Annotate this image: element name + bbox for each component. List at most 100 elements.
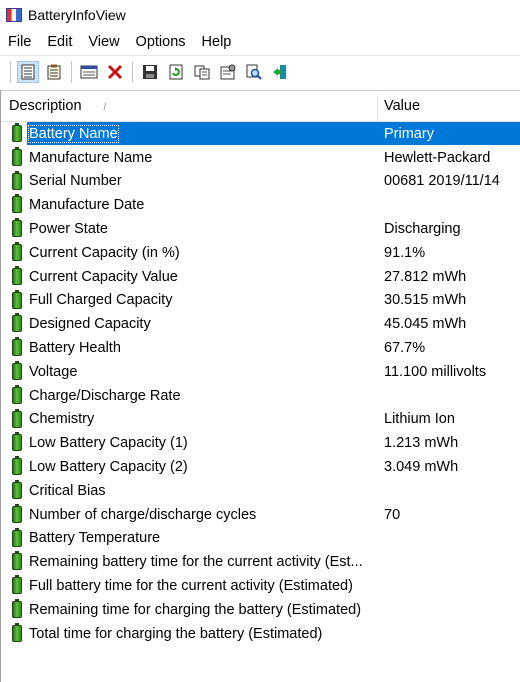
- columns-icon: [80, 65, 98, 78]
- menu-edit[interactable]: Edit: [39, 34, 80, 50]
- row-value: 70: [384, 506, 401, 523]
- table-row[interactable]: Manufacture Date: [1, 193, 520, 217]
- save-button[interactable]: [139, 61, 161, 83]
- row-description: Serial Number: [29, 173, 122, 190]
- table-row[interactable]: Designed Capacity 45.045 mWh: [1, 312, 520, 336]
- row-description: Battery Temperature: [29, 530, 161, 547]
- row-description: Battery Health: [29, 340, 121, 357]
- battery-icon: [12, 408, 22, 428]
- row-value: 30.515 mWh: [384, 292, 467, 309]
- battery-icon: [12, 218, 22, 238]
- column-divider[interactable]: [377, 95, 378, 121]
- row-description: Voltage: [29, 363, 78, 380]
- row-value: 67.7%: [384, 340, 426, 357]
- battery-icon: [12, 551, 22, 571]
- row-description: Remaining battery time for the current a…: [29, 554, 363, 571]
- toolbar-separator: [71, 60, 72, 83]
- row-description: Designed Capacity: [29, 316, 151, 333]
- toolbar: [0, 55, 520, 87]
- table-row[interactable]: Full Charged Capacity 30.515 mWh: [1, 289, 520, 313]
- table-row[interactable]: Total time for charging the battery (Est…: [1, 622, 520, 646]
- battery-icon: [12, 170, 22, 190]
- sort-indicator-icon: /: [103, 102, 107, 113]
- row-description: Battery Name: [28, 124, 119, 143]
- row-description: Low Battery Capacity (1): [29, 435, 188, 452]
- menu-file[interactable]: File: [0, 34, 39, 50]
- table-row[interactable]: Current Capacity (in %) 91.1%: [1, 241, 520, 265]
- battery-icon: [12, 575, 22, 595]
- title-bar: BatteryInfoView: [0, 0, 520, 29]
- row-description: Number of charge/discharge cycles: [29, 506, 257, 523]
- refresh-button[interactable]: [165, 61, 187, 83]
- table-row[interactable]: Current Capacity Value 27.812 mWh: [1, 265, 520, 289]
- table-row[interactable]: Power State Discharging: [1, 217, 520, 241]
- toolbar-separator: [132, 60, 133, 83]
- battery-icon: [12, 432, 22, 452]
- battery-icon: [12, 241, 22, 261]
- find-button[interactable]: [243, 61, 265, 83]
- table-row[interactable]: Serial Number 00681 2019/11/14: [1, 170, 520, 194]
- battery-info-list[interactable]: Description / Value Battery Name Primary Ma…: [0, 90, 520, 682]
- menu-help[interactable]: Help: [194, 34, 240, 50]
- table-row[interactable]: Battery Temperature: [1, 527, 520, 551]
- row-description: Remaining time for charging the battery …: [29, 601, 362, 618]
- details-view-button[interactable]: [17, 60, 39, 83]
- row-description: Full battery time for the current activi…: [29, 578, 353, 595]
- table-row[interactable]: Number of charge/discharge cycles 70: [1, 503, 520, 527]
- row-value: 91.1%: [384, 244, 426, 261]
- refresh-icon: [169, 64, 183, 79]
- battery-icon: [12, 146, 22, 166]
- table-row[interactable]: Chemistry Lithium Ion: [1, 408, 520, 432]
- row-value: Hewlett-Packard: [384, 149, 491, 166]
- row-value: Primary: [384, 125, 434, 142]
- delete-icon: [107, 64, 123, 79]
- row-value: 3.049 mWh: [384, 459, 459, 476]
- properties-button[interactable]: [217, 61, 239, 83]
- toolbar-separator: [10, 60, 11, 83]
- column-header-value[interactable]: Value: [384, 91, 520, 121]
- menu-view[interactable]: View: [80, 34, 127, 50]
- table-row[interactable]: Remaining battery time for the current a…: [1, 550, 520, 574]
- row-description: Current Capacity (in %): [29, 244, 180, 261]
- list-header: Description / Value: [1, 91, 520, 122]
- exit-button[interactable]: [269, 61, 291, 83]
- list-view-button[interactable]: [43, 61, 65, 83]
- battery-icon: [12, 289, 22, 309]
- table-row[interactable]: Critical Bias: [1, 479, 520, 503]
- battery-icon: [12, 479, 22, 499]
- battery-icon: [12, 123, 22, 142]
- battery-icon: [12, 622, 22, 642]
- row-description: Manufacture Name: [29, 149, 153, 166]
- save-icon: [143, 64, 157, 79]
- battery-icon: [12, 384, 22, 404]
- copy-icon: [194, 65, 210, 79]
- columns-button[interactable]: [78, 61, 100, 83]
- column-header-description[interactable]: Description /: [9, 91, 377, 121]
- row-description: Low Battery Capacity (2): [29, 459, 188, 476]
- row-value: Lithium Ion: [384, 411, 455, 428]
- row-value: 1.213 mWh: [384, 435, 459, 452]
- details-view-icon: [21, 64, 35, 79]
- delete-button[interactable]: [104, 61, 126, 83]
- table-row[interactable]: Battery Name Primary: [1, 122, 520, 146]
- battery-icon: [12, 265, 22, 285]
- battery-icon: [12, 337, 22, 357]
- table-row[interactable]: Remaining time for charging the battery …: [1, 598, 520, 622]
- row-description: Critical Bias: [29, 482, 106, 499]
- table-row[interactable]: Charge/Discharge Rate: [1, 384, 520, 408]
- row-description: Manufacture Date: [29, 197, 145, 214]
- row-value: Discharging: [384, 221, 461, 238]
- row-value: 00681 2019/11/14: [384, 173, 500, 190]
- copy-button[interactable]: [191, 61, 213, 83]
- row-description: Power State: [29, 221, 108, 238]
- table-row[interactable]: Low Battery Capacity (1) 1.213 mWh: [1, 431, 520, 455]
- table-row[interactable]: Full battery time for the current activi…: [1, 574, 520, 598]
- table-row[interactable]: Manufacture Name Hewlett-Packard: [1, 146, 520, 170]
- menu-options[interactable]: Options: [128, 34, 194, 50]
- row-description: Chemistry: [29, 411, 95, 428]
- battery-icon: [12, 598, 22, 618]
- table-row[interactable]: Battery Health 67.7%: [1, 336, 520, 360]
- table-row[interactable]: Voltage 11.100 millivolts: [1, 360, 520, 384]
- app-icon: [6, 7, 22, 22]
- table-row[interactable]: Low Battery Capacity (2) 3.049 mWh: [1, 455, 520, 479]
